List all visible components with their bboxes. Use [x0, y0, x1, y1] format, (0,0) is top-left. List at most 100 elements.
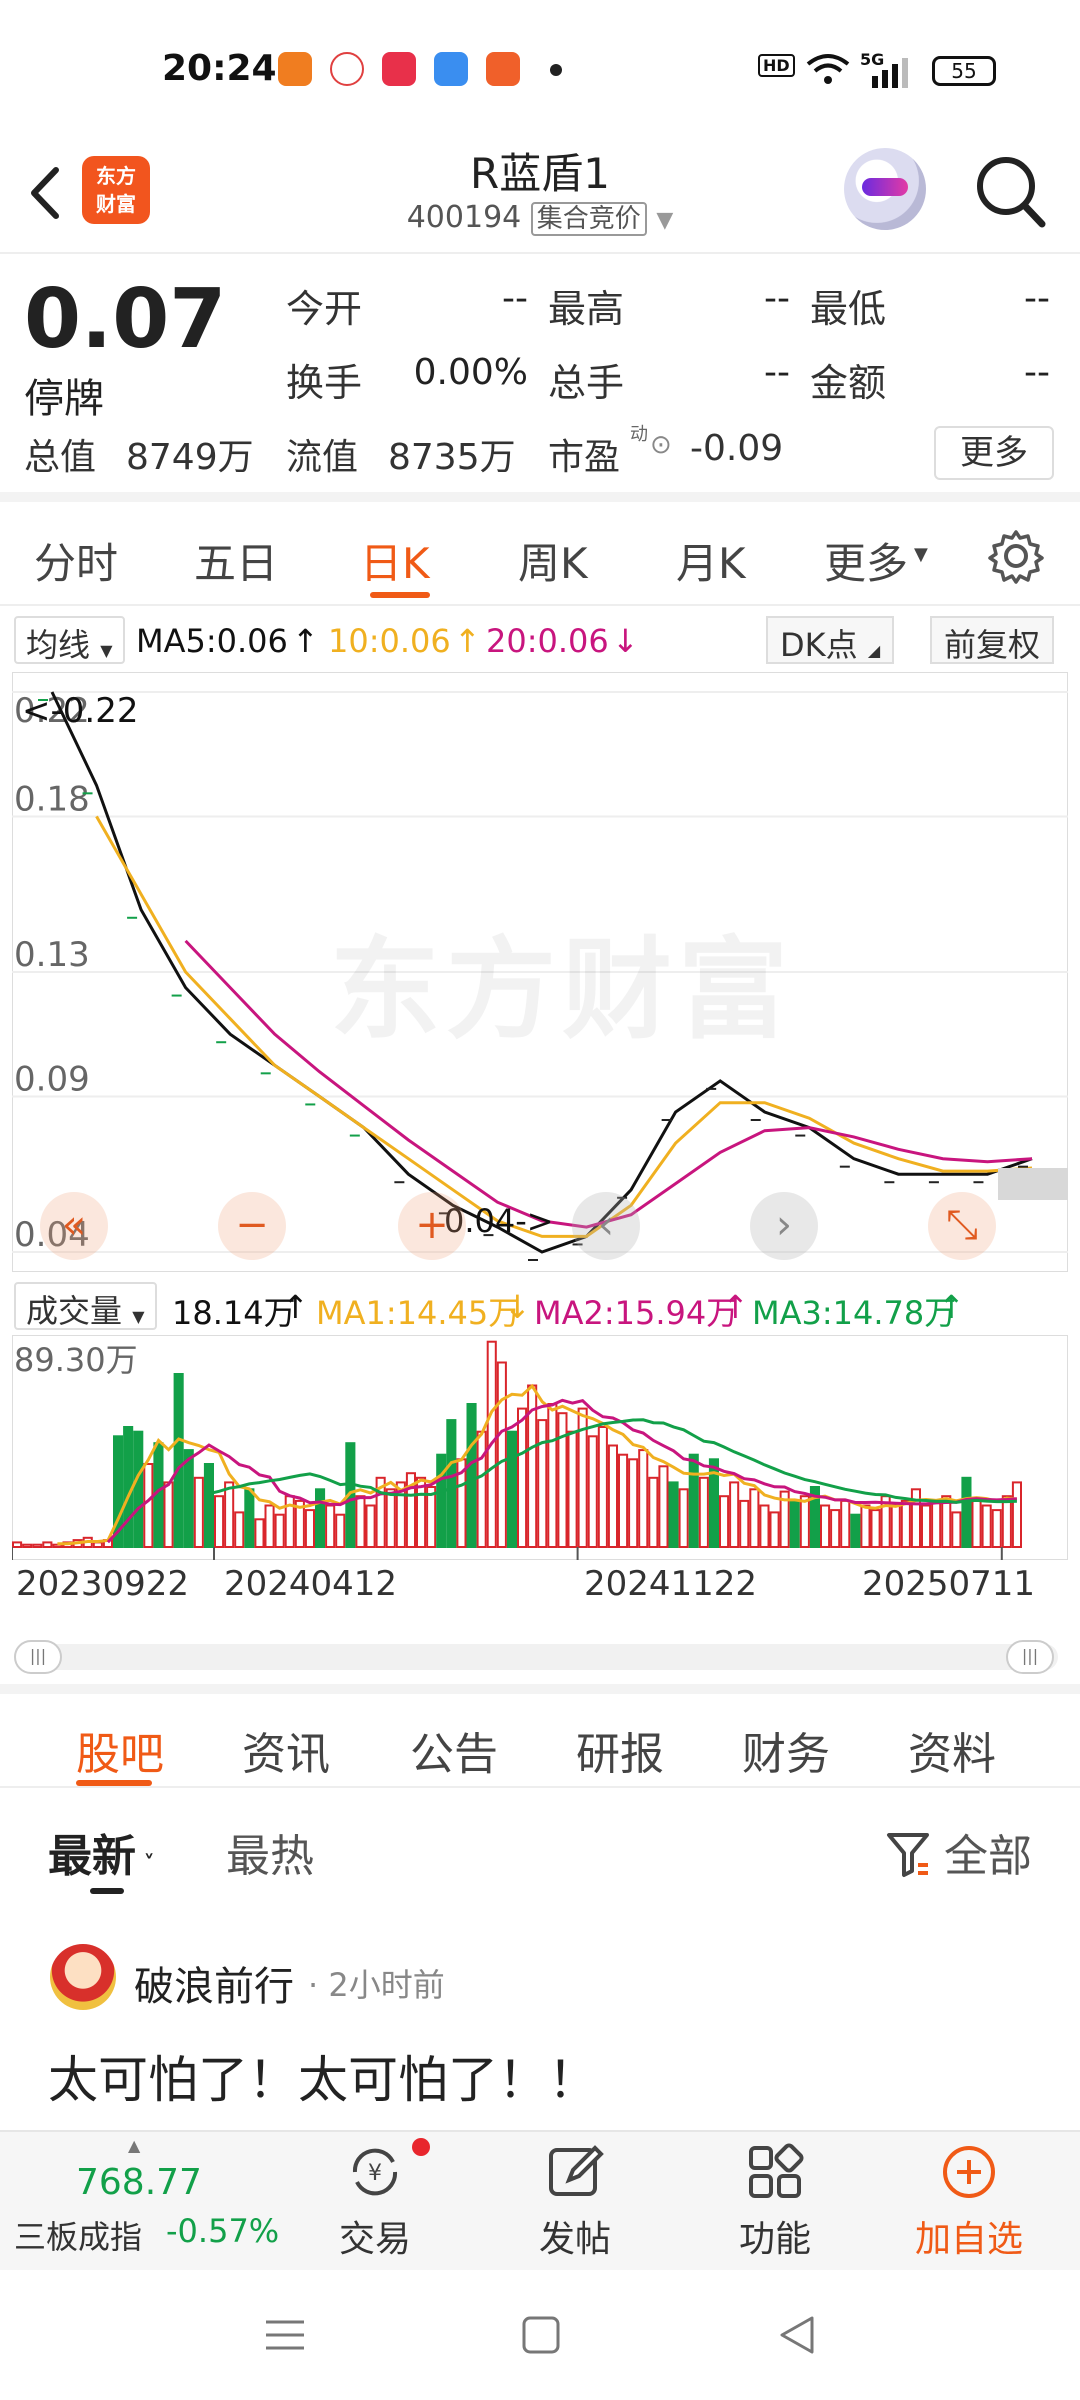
post-timestamp: · 2小时前 — [308, 1966, 445, 2004]
yen-cycle-icon: ¥ — [352, 2148, 398, 2196]
post-content[interactable]: 太可怕了！太可怕了！！ — [48, 2040, 598, 2112]
next-icon[interactable]: › — [750, 1192, 818, 1260]
avatar[interactable] — [50, 1944, 116, 2010]
volume-bar — [496, 1361, 507, 1548]
filter-button[interactable]: 全部 — [886, 1820, 1032, 1884]
caret-down-icon: ▼ — [132, 1307, 145, 1326]
volume-bar — [315, 1488, 326, 1549]
volume-bar — [981, 1504, 992, 1548]
caret-down-icon: ▼ — [100, 641, 113, 660]
trade-label: 交易 — [338, 2219, 411, 2260]
tab-announcements[interactable]: 公告 — [410, 1718, 498, 1782]
stock-code: 400194 — [406, 200, 522, 235]
volume-bar — [729, 1481, 740, 1548]
ma-legend: 均线 ▼ MA5:0.06 ↑ 10:0.06 ↑ 20:0.06 ↓ DK点 … — [0, 610, 1080, 666]
chart-period-tabs: 分时 五日 日K 周K 月K 更多 ▼ — [0, 502, 1080, 606]
back-icon[interactable] — [772, 2310, 822, 2360]
volume-indicator-select[interactable]: 成交量 ▼ — [14, 1282, 157, 1330]
index-name[interactable]: 三板成指 — [14, 2212, 142, 2258]
volume-bar — [123, 1426, 134, 1548]
current-price-marker — [998, 1168, 1068, 1200]
menu-icon[interactable] — [260, 2310, 310, 2360]
tab-weekly-k[interactable]: 周K — [518, 530, 588, 591]
indicator-select[interactable]: 均线 ▼ — [14, 616, 125, 664]
tab-research[interactable]: 研报 — [576, 1718, 664, 1782]
tab-daily-k[interactable]: 日K — [360, 530, 430, 591]
home-icon[interactable] — [516, 2310, 566, 2360]
max-price-annotation: <-0.22 — [22, 691, 138, 731]
more-notifications-icon — [550, 64, 562, 76]
tab-financials[interactable]: 财务 — [742, 1718, 830, 1782]
previous-icon[interactable]: ‹ — [572, 1192, 640, 1260]
search-icon[interactable] — [972, 150, 1048, 230]
forum-post[interactable]: 破浪前行 · 2小时前 太可怕了！太可怕了！！ — [0, 1940, 1080, 2140]
feed-filter-bar: 最新 ˅ 最热 全部 — [0, 1790, 1080, 1900]
watermark: 东方财富 — [330, 926, 794, 1054]
volume-value: -- — [764, 352, 790, 393]
zoom-in-icon[interactable]: + — [398, 1192, 466, 1260]
features-button[interactable]: 功能 — [710, 2142, 840, 2262]
tab-profile[interactable]: 资料 — [908, 1718, 996, 1782]
dk-point-button[interactable]: DK点 ◢ — [766, 616, 895, 664]
low-label: 最低 — [810, 287, 887, 331]
info-icon[interactable]: ⊙ — [650, 430, 672, 460]
assistant-robot-icon[interactable] — [844, 148, 926, 230]
tab-intraday[interactable]: 分时 — [34, 530, 118, 591]
volume-bar — [385, 1488, 396, 1549]
x-axis-date: 20250711 — [862, 1564, 1036, 1604]
more-button[interactable]: 更多 — [934, 426, 1054, 480]
trading-phase-tag[interactable]: 集合竞价 — [530, 202, 647, 236]
tab-more[interactable]: 更多 — [824, 530, 908, 591]
volume-bar — [1001, 1495, 1012, 1548]
status-time: 20:24 — [162, 48, 277, 89]
tab-monthly-k[interactable]: 月K — [676, 530, 746, 591]
index-value[interactable]: 768.77 — [76, 2162, 202, 2203]
rewind-icon[interactable]: « — [40, 1192, 108, 1260]
volume-chart[interactable]: 89.30万 — [12, 1335, 1068, 1560]
volume-value: 18.14万 — [172, 1294, 296, 1332]
tab-news[interactable]: 资讯 — [242, 1718, 330, 1782]
chart-range-scroller[interactable]: ||| ||| — [14, 1640, 1058, 1674]
volume-bar — [870, 1509, 881, 1549]
volume-bar — [638, 1449, 649, 1548]
volume-legend: 成交量 ▼ 18.14万 ↑ MA1:14.45万 ↓ MA2:15.94万 ↑… — [0, 1280, 1080, 1332]
tab-five-day[interactable]: 五日 — [194, 530, 278, 591]
sort-latest[interactable]: 最新 ˅ — [48, 1820, 155, 1884]
zoom-out-icon[interactable]: − — [218, 1192, 286, 1260]
caret-down-icon[interactable]: ▼ — [656, 208, 673, 233]
range-handle-left[interactable]: ||| — [14, 1640, 62, 1674]
wifi-icon — [806, 54, 850, 84]
volume-bar — [830, 1509, 841, 1549]
tab-forum[interactable]: 股吧 — [76, 1718, 164, 1782]
sort-hot[interactable]: 最热 — [226, 1820, 314, 1884]
add-watchlist-button[interactable]: 加自选 — [904, 2142, 1034, 2262]
post-username[interactable]: 破浪前行 — [134, 1954, 294, 2012]
stock-header: 东方财富 R蓝盾1 400194 集合竞价 ▼ — [0, 140, 1080, 254]
index-change[interactable]: -0.57% — [166, 2212, 279, 2250]
volume-bar — [618, 1453, 629, 1548]
battery-indicator: 55 — [932, 56, 996, 86]
music-notification-icon — [382, 52, 416, 86]
hd-icon: HD — [758, 54, 795, 77]
volume-bar — [254, 1518, 265, 1549]
range-handle-right[interactable]: ||| — [1006, 1640, 1054, 1674]
gear-icon[interactable] — [988, 528, 1044, 584]
pe-value: -0.09 — [690, 428, 784, 469]
volume-bar — [304, 1509, 315, 1549]
price-adjust-button[interactable]: 前复权 — [930, 616, 1055, 664]
volume-bar — [22, 1543, 33, 1548]
turnover-label: 换手 — [286, 361, 363, 405]
trade-button[interactable]: ¥ 交易 — [310, 2142, 440, 2262]
volume-bar — [244, 1488, 255, 1549]
low-value: -- — [1024, 278, 1050, 319]
post-button[interactable]: 发帖 — [510, 2142, 640, 2262]
video-notification-icon — [486, 52, 520, 86]
fullscreen-icon[interactable]: ⤡ — [928, 1192, 996, 1260]
volume-bar — [42, 1541, 53, 1548]
pe-superscript: 动 — [630, 424, 648, 445]
volume-bar — [850, 1513, 861, 1548]
x-axis-date: 20241122 — [584, 1564, 758, 1604]
volume-bar — [597, 1426, 608, 1548]
tab-more-caret-icon[interactable]: ▼ — [914, 544, 928, 565]
volume-bar — [1011, 1481, 1023, 1548]
